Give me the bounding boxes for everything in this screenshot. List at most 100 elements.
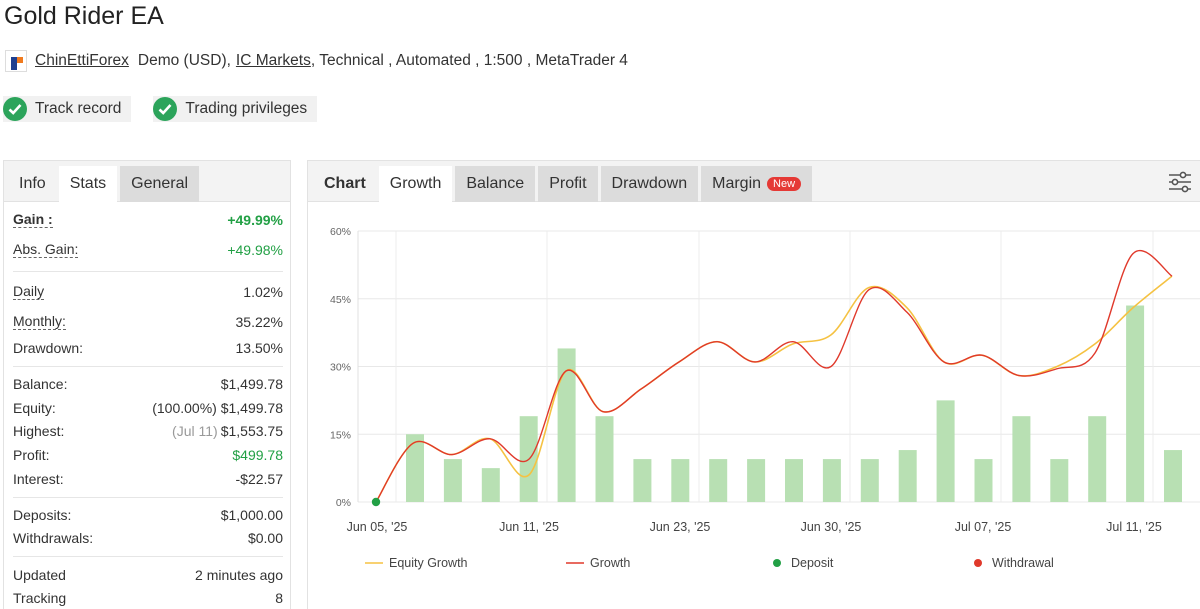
tab-profit[interactable]: Profit bbox=[538, 166, 598, 202]
balance-label: Balance: bbox=[13, 376, 68, 392]
badge-trading-privileges[interactable]: Trading privileges bbox=[153, 96, 318, 122]
drawdown-label: Drawdown: bbox=[13, 340, 84, 356]
highest-value-wrap: (Jul 11) $1,553.75 bbox=[172, 423, 283, 439]
abs-gain-label[interactable]: Abs. Gain: bbox=[13, 242, 79, 258]
badge-track-record[interactable]: Track record bbox=[3, 96, 132, 122]
account-details: , Technical , Automated , 1:500 , MetaTr… bbox=[310, 52, 628, 69]
chart-bar bbox=[1012, 416, 1031, 502]
tab-info[interactable]: Info bbox=[10, 166, 56, 202]
chart-bar bbox=[481, 468, 500, 502]
tab-growth[interactable]: Growth bbox=[378, 166, 453, 202]
chart-bar bbox=[1164, 450, 1182, 502]
chart-bar bbox=[785, 459, 803, 502]
legend-label: Growth bbox=[590, 556, 630, 570]
chart-bar bbox=[822, 459, 841, 502]
withdrawals-value: $0.00 bbox=[247, 530, 283, 546]
chart-bar bbox=[1088, 416, 1107, 502]
profit-label: Profit: bbox=[13, 447, 50, 463]
y-tick-label: 0% bbox=[336, 497, 351, 509]
check-icon bbox=[3, 97, 27, 121]
abs-gain-value: +49.98% bbox=[227, 242, 283, 258]
tab-balance[interactable]: Balance bbox=[455, 166, 536, 202]
chart-bar bbox=[747, 459, 766, 502]
tab-margin-label: Margin bbox=[712, 175, 762, 192]
highest-date: (Jul 11) bbox=[172, 423, 218, 439]
stat-balance: Balance: $1,499.78 bbox=[13, 374, 283, 394]
monthly-value: 35.22% bbox=[235, 314, 283, 330]
stat-gain: Gain : +49.99% bbox=[13, 210, 283, 230]
stat-profit: Profit: $499.78 bbox=[13, 445, 283, 465]
tab-general[interactable]: General bbox=[120, 166, 200, 202]
equity-label: Equity: bbox=[13, 400, 56, 416]
y-tick-label: 60% bbox=[330, 226, 351, 238]
chart-heading: Chart bbox=[324, 175, 366, 192]
legend-withdrawal: Withdrawal bbox=[974, 556, 1054, 570]
balance-value: $1,499.78 bbox=[220, 376, 283, 392]
tab-margin[interactable]: Margin New bbox=[701, 166, 813, 202]
legend-label: Withdrawal bbox=[992, 556, 1054, 570]
daily-label[interactable]: Daily bbox=[13, 284, 45, 300]
daily-value: 1.02% bbox=[243, 284, 283, 300]
y-tick-label: 45% bbox=[330, 294, 351, 306]
updated-value: 2 minutes ago bbox=[195, 567, 283, 583]
legend-swatch bbox=[974, 559, 982, 567]
drawdown-value: 13.50% bbox=[235, 340, 283, 356]
tab-stats[interactable]: Stats bbox=[58, 166, 118, 202]
chart-bar bbox=[898, 450, 917, 502]
interest-value: -$22.57 bbox=[235, 471, 283, 487]
highest-value: $1,553.75 bbox=[220, 423, 283, 439]
x-tick-label: Jun 23, '25 bbox=[650, 520, 711, 534]
stats-tabs: Info Stats General bbox=[4, 161, 290, 202]
badge-label: Track record bbox=[35, 100, 122, 117]
badge-label: Trading privileges bbox=[185, 100, 308, 117]
tab-drawdown[interactable]: Drawdown bbox=[600, 166, 699, 202]
stat-equity: Equity: (100.00%) $1,499.78 bbox=[13, 398, 283, 418]
highest-label: Highest: bbox=[13, 423, 65, 439]
legend-label: Equity Growth bbox=[389, 556, 468, 570]
chart-bar bbox=[443, 459, 462, 502]
stat-highest: Highest: (Jul 11) $1,553.75 bbox=[13, 421, 283, 441]
interest-label: Interest: bbox=[13, 471, 64, 487]
account-meta: ChinEttiForex Demo (USD), IC Markets , T… bbox=[5, 50, 628, 72]
x-tick-label: Jun 30, '25 bbox=[801, 520, 862, 534]
sliders-icon[interactable] bbox=[1168, 171, 1192, 198]
stat-withdrawals: Withdrawals: $0.00 bbox=[13, 528, 283, 548]
account-type: Demo (USD), bbox=[137, 52, 231, 69]
chart-tabs: Chart Growth Balance Profit Drawdown Mar… bbox=[308, 161, 1200, 202]
growth-chart[interactable]: 60% 45% 30% 15% 0% Jun 05, '25 Jun 11, '25 Jun … bbox=[307, 202, 1200, 607]
page-title: Gold Rider EA bbox=[4, 2, 164, 30]
tracking-value: 8 bbox=[275, 590, 283, 606]
stat-updated: Updated 2 minutes ago bbox=[13, 565, 283, 585]
stat-monthly: Monthly: 35.22% bbox=[13, 312, 283, 332]
deposits-value: $1,000.00 bbox=[220, 507, 283, 523]
stat-abs-gain: Abs. Gain: +49.98% bbox=[13, 240, 283, 260]
x-tick-label: Jun 05, '25 bbox=[347, 520, 408, 534]
x-tick-label: Jun 11, '25 bbox=[499, 520, 559, 534]
broker-link[interactable]: IC Markets bbox=[236, 52, 311, 70]
chart-bar bbox=[1126, 305, 1145, 502]
deposits-label: Deposits: bbox=[13, 507, 72, 523]
gain-label[interactable]: Gain : bbox=[13, 212, 53, 228]
legend-deposit: Deposit bbox=[773, 556, 834, 570]
chart-bar bbox=[671, 459, 690, 502]
legend-equity-growth: Equity Growth bbox=[365, 556, 468, 570]
stat-tracking: Tracking 8 bbox=[13, 588, 283, 608]
chart-bar bbox=[936, 400, 955, 502]
monthly-label[interactable]: Monthly: bbox=[13, 314, 66, 330]
updated-label: Updated bbox=[13, 567, 66, 583]
gain-value: +49.99% bbox=[227, 212, 283, 228]
chart-bar bbox=[1050, 459, 1069, 502]
verification-badges: Track record Trading privileges bbox=[3, 96, 339, 122]
stat-drawdown: Drawdown: 13.50% bbox=[13, 338, 283, 358]
new-badge: New bbox=[767, 177, 802, 191]
legend-growth: Growth bbox=[566, 556, 630, 570]
stat-interest: Interest: -$22.57 bbox=[13, 469, 283, 489]
x-tick-label: Jul 07, '25 bbox=[955, 520, 1012, 534]
profit-value: $499.78 bbox=[232, 447, 283, 463]
legend-swatch bbox=[773, 559, 781, 567]
stat-deposits: Deposits: $1,000.00 bbox=[13, 505, 283, 525]
stat-daily: Daily 1.02% bbox=[13, 282, 283, 302]
stats-panel: Info Stats General Gain : +49.99% Abs. G… bbox=[3, 160, 291, 609]
author-logo bbox=[5, 50, 27, 72]
author-link[interactable]: ChinEttiForex bbox=[35, 52, 129, 70]
